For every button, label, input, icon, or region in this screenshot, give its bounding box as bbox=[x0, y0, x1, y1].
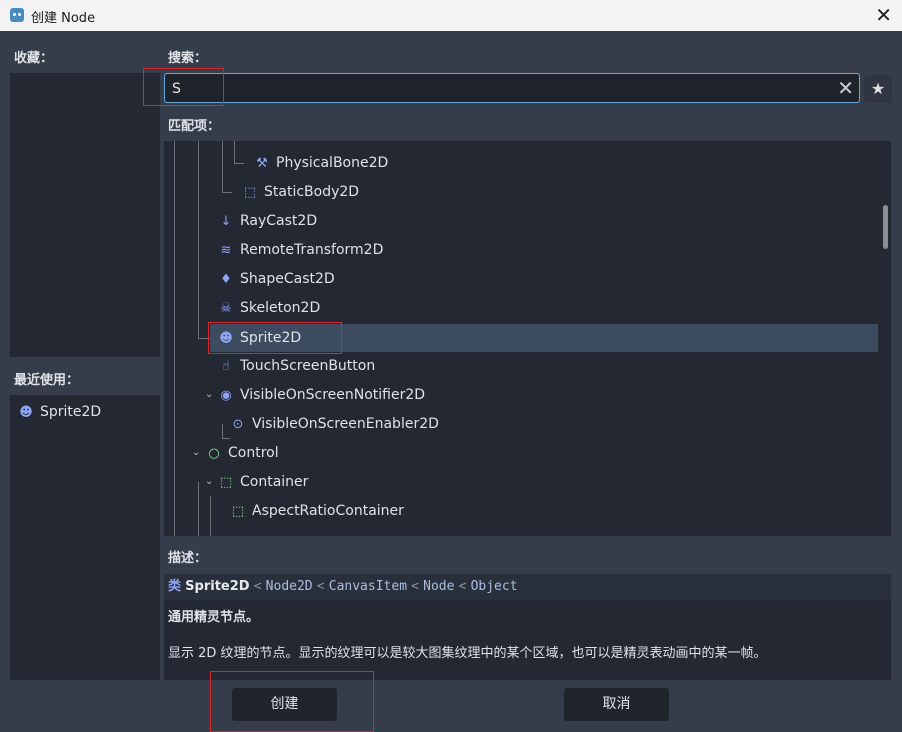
tree-guide bbox=[198, 482, 199, 536]
inherits-link[interactable]: Object bbox=[471, 579, 518, 594]
description-label: 描述： bbox=[168, 551, 208, 566]
inherits-link[interactable]: Node2D bbox=[266, 579, 313, 594]
inherits-link[interactable]: Node bbox=[423, 579, 454, 594]
raycast-icon: ↓ bbox=[220, 214, 232, 229]
enabler-icon: ⊙ bbox=[232, 417, 244, 432]
tree-item-sprite2d[interactable]: ☻ Sprite2D bbox=[210, 324, 878, 352]
shapecast-icon: ♦ bbox=[220, 272, 232, 287]
create-button[interactable]: 创建 bbox=[232, 688, 337, 721]
inherit-separator: < bbox=[411, 579, 419, 594]
tree-guide bbox=[234, 163, 244, 164]
tree-guide bbox=[198, 141, 199, 338]
control-icon: ○ bbox=[208, 446, 220, 461]
clear-search-icon[interactable]: ✕ bbox=[837, 75, 854, 101]
favorites-label: 收藏： bbox=[14, 51, 54, 66]
inherit-separator: < bbox=[458, 579, 467, 594]
tree-scrollbar-thumb[interactable] bbox=[883, 205, 888, 249]
tree-guide bbox=[234, 141, 235, 163]
inherits-link[interactable]: CanvasItem bbox=[329, 579, 407, 594]
search-label: 搜索： bbox=[168, 51, 208, 66]
tree-item-visibleonscreennotifier2d[interactable]: ◉ VisibleOnScreenNotifier2D bbox=[218, 381, 425, 409]
touch-button-icon: ☝ bbox=[222, 359, 230, 374]
container-icon: ⬚ bbox=[219, 475, 233, 490]
title-bar: 创建 Node ✕ bbox=[0, 0, 902, 31]
tree-guide bbox=[210, 496, 211, 536]
favorites-list[interactable] bbox=[10, 73, 160, 357]
sprite-icon: ☻ bbox=[219, 331, 233, 346]
description-full: 显示 2D 纹理的节点。显示的纹理可以是较大图集纹理中的某个区域，也可以是精灵表… bbox=[168, 646, 767, 661]
tree-item-shapecast2d[interactable]: ♦ ShapeCast2D bbox=[218, 265, 335, 293]
tree-item-visibleonscreenenabler2d[interactable]: ⊙ VisibleOnScreenEnabler2D bbox=[230, 410, 439, 438]
static-body-icon: ⬚ bbox=[243, 185, 257, 200]
class-name: Sprite2D bbox=[185, 579, 250, 594]
tree-item-physicalbone2d[interactable]: ⚒ PhysicalBone2D bbox=[254, 149, 388, 177]
expand-arrow-icon[interactable]: ⌄ bbox=[192, 447, 200, 458]
tree-item-touchscreenbutton[interactable]: ☝ TouchScreenButton bbox=[218, 352, 375, 380]
tree-item-control[interactable]: ○ Control bbox=[206, 439, 278, 467]
tree-item-aspectratiocontainer[interactable]: ⬚ AspectRatioContainer bbox=[230, 497, 404, 525]
godot-logo-icon bbox=[10, 8, 24, 22]
favorite-star-button[interactable]: ★ bbox=[864, 75, 892, 103]
expand-arrow-icon[interactable]: ⌄ bbox=[205, 476, 213, 487]
tree-item-remotetransform2d[interactable]: ≋ RemoteTransform2D bbox=[218, 236, 384, 264]
remote-transform-icon: ≋ bbox=[220, 243, 232, 258]
sprite-icon: ☻ bbox=[19, 405, 33, 420]
tree-item-container[interactable]: ⬚ Container bbox=[218, 468, 309, 496]
recent-item-sprite2d[interactable]: ☻ Sprite2D bbox=[18, 398, 101, 426]
tree-guide bbox=[222, 424, 223, 438]
tree-guide bbox=[198, 338, 210, 339]
recent-list[interactable]: ☻ Sprite2D bbox=[10, 395, 160, 680]
skeleton-icon: ☠ bbox=[220, 301, 232, 316]
recent-label: 最近使用： bbox=[14, 373, 80, 388]
tree-item-staticbody2d[interactable]: ⬚ StaticBody2D bbox=[242, 178, 359, 206]
container-icon: ⬚ bbox=[231, 504, 245, 519]
inherit-separator: < bbox=[316, 579, 325, 594]
matches-tree[interactable]: ⌄ ⌄ ⌄ ⚒ PhysicalBone2D ⬚ StaticBody2D ↓ Ray… bbox=[164, 141, 891, 536]
tree-guide bbox=[222, 141, 223, 192]
close-icon[interactable]: ✕ bbox=[875, 3, 892, 27]
cancel-button[interactable]: 取消 bbox=[564, 688, 669, 721]
search-input[interactable] bbox=[170, 78, 814, 100]
search-field[interactable]: ✕ bbox=[164, 73, 860, 103]
expand-arrow-icon[interactable]: ⌄ bbox=[205, 389, 213, 400]
window-title: 创建 Node bbox=[31, 11, 96, 26]
notifier-icon: ◉ bbox=[220, 388, 232, 403]
tree-item-skeleton2d[interactable]: ☠ Skeleton2D bbox=[218, 294, 320, 322]
tree-item-raycast2d[interactable]: ↓ RayCast2D bbox=[218, 207, 318, 235]
class-keyword: 类 bbox=[168, 579, 182, 594]
tree-guide bbox=[174, 141, 175, 536]
bone-icon: ⚒ bbox=[256, 156, 268, 171]
description-header: 类 Sprite2D < Node2D < CanvasItem < Node … bbox=[164, 574, 891, 600]
description-brief: 通用精灵节点。 bbox=[168, 610, 260, 625]
inherit-separator: < bbox=[253, 579, 262, 594]
matches-label: 匹配项： bbox=[168, 119, 221, 134]
tree-guide bbox=[222, 192, 232, 193]
description-body: 通用精灵节点。 显示 2D 纹理的节点。显示的纹理可以是较大图集纹理中的某个区域… bbox=[164, 600, 891, 680]
